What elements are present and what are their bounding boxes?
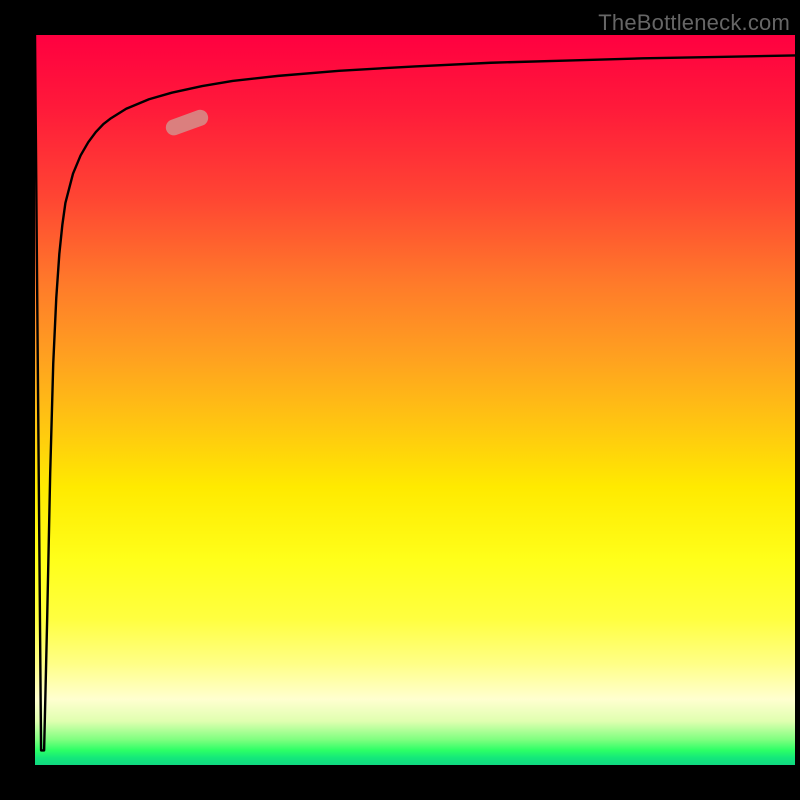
- chart-stage: TheBottleneck.com: [0, 0, 800, 800]
- gradient-plot-area: [35, 35, 795, 765]
- watermark-text: TheBottleneck.com: [598, 10, 790, 36]
